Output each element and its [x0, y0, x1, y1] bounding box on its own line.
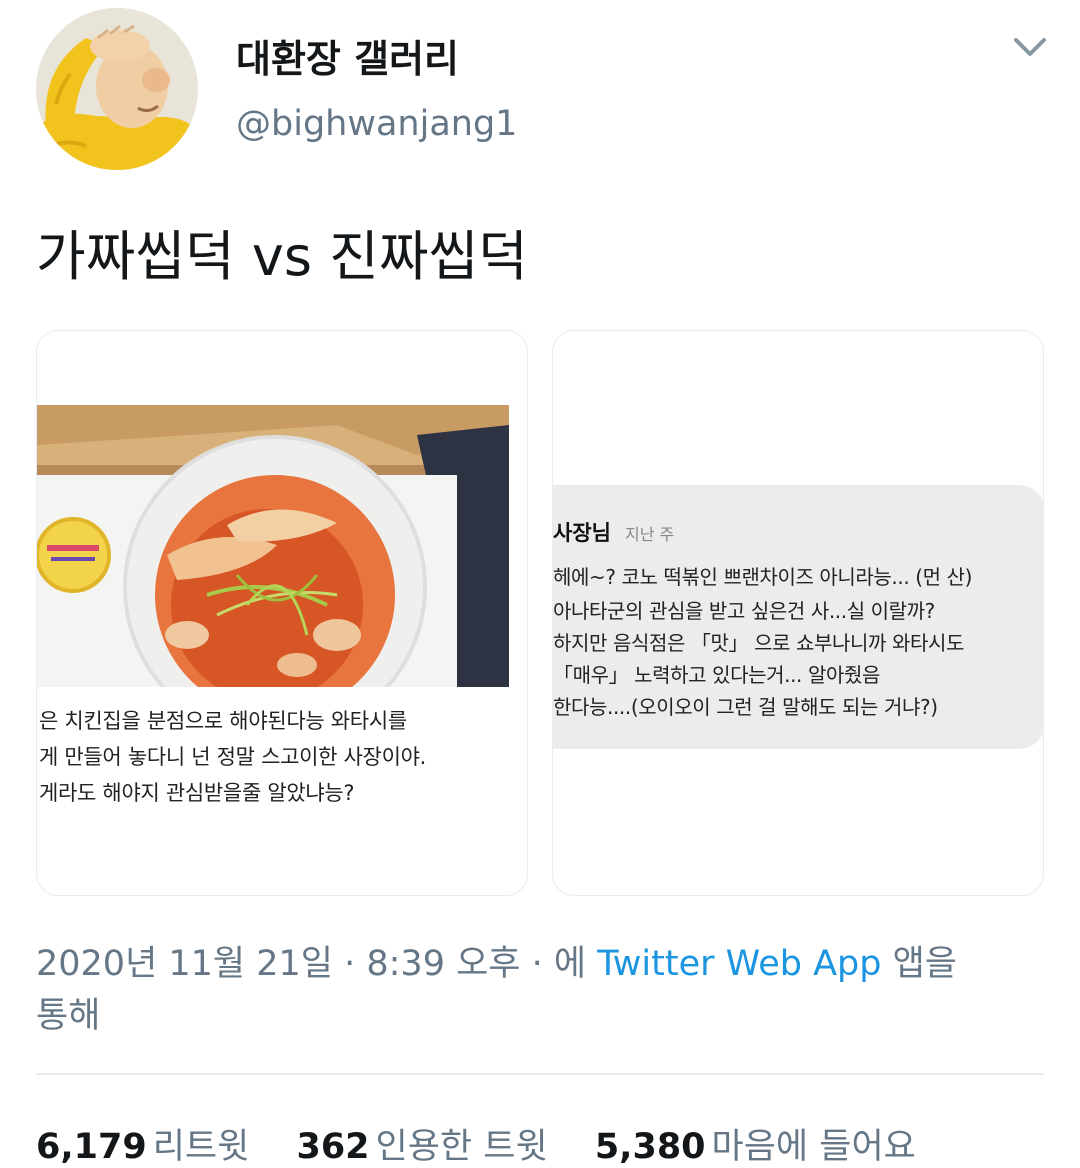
media-image-right[interactable]: 사장님 지난 주 헤에~? 코노 떡볶인 쁘랜차이즈 아니라능... (먼 산)… [552, 330, 1044, 896]
tweet-stats: 6,179 리트윗 362 인용한 트윗 5,380 마음에 들어요 [36, 1118, 952, 1168]
source-app-link[interactable]: Twitter Web App [597, 944, 881, 984]
display-name[interactable]: 대환장 갤러리 [236, 28, 459, 83]
tteokbokki-photo [37, 405, 509, 687]
comment-author: 사장님 [553, 521, 611, 545]
comment-line: 아나타군의 관심을 받고 싶은건 사...실 이랄까? [553, 599, 935, 623]
comment-line: 하지만 음식점은 「맛」 으로 쇼부나니까 와타시도 [553, 631, 964, 655]
like-count: 5,380 [594, 1127, 706, 1167]
media-image-left[interactable]: 은 치킨집을 분점으로 해야된다능 와타시를 게 만들어 놓다니 넌 정말 스고… [36, 330, 528, 896]
comment-time: 지난 주 [625, 525, 675, 544]
avatar[interactable] [36, 8, 198, 170]
source-tail: 통해 [36, 996, 101, 1036]
retweet-count: 6,179 [36, 1127, 147, 1167]
quote-label: 인용한 트윗 [375, 1127, 548, 1167]
caption-line: 은 치킨집을 분점으로 해야된다능 와타시를 [39, 709, 407, 733]
comment-line: 「매우」 노력하고 있다는거... 알아줬음 [553, 663, 880, 687]
likes-stat[interactable]: 5,380 마음에 들어요 [595, 1118, 916, 1168]
tweet-detail: 대환장 갤러리 @bighwanjang1 가짜씹덕 vs 진짜씹덕 은 치킨집… [0, 0, 1080, 1168]
tweet-meta: 2020년 11월 21일 · 8:39 오후 · 에 Twitter Web … [36, 938, 1046, 1042]
user-handle[interactable]: @bighwanjang1 [236, 104, 517, 144]
avatar-image [36, 8, 198, 170]
like-label: 마음에 들어요 [711, 1127, 916, 1167]
comment-line: 한다능....(오이오이 그런 걸 말해도 되는 거냐?) [553, 695, 938, 719]
divider [36, 1073, 1044, 1075]
caption-line: 게라도 해야지 관심받을줄 알았냐능? [39, 781, 355, 805]
quote-count: 362 [296, 1127, 370, 1167]
caption-line: 게 만들어 놓다니 넌 정말 스고이한 사장이야. [39, 745, 426, 769]
tweet-timestamp[interactable]: 2020년 11월 21일 · 8:39 오후 · 에 [36, 944, 586, 984]
comment-line: 헤에~? 코노 떡볶인 쁘랜차이즈 아니라능... (먼 산) [553, 565, 972, 589]
retweet-label: 리트윗 [152, 1127, 250, 1167]
retweets-stat[interactable]: 6,179 리트윗 [36, 1118, 249, 1168]
chevron-down-icon[interactable] [1008, 30, 1052, 66]
source-suffix: 앱을 [892, 944, 958, 984]
tweet-text: 가짜씹덕 vs 진짜씹덕 [36, 225, 528, 288]
quotes-stat[interactable]: 362 인용한 트윗 [296, 1118, 547, 1168]
